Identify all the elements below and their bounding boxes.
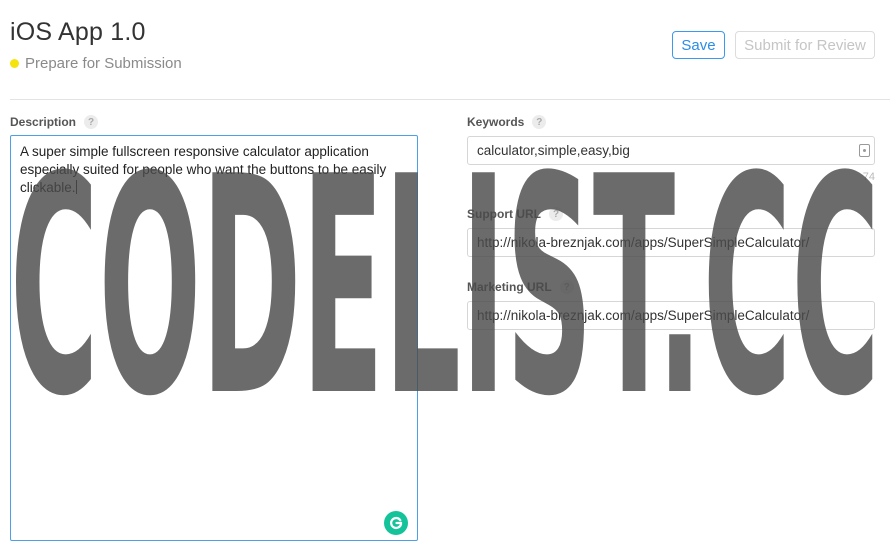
keywords-value: calculator,simple,easy,big [477, 143, 630, 158]
status-text: Prepare for Submission [25, 55, 182, 72]
marketing-url-help-icon[interactable]: ? [559, 280, 574, 294]
app-title: iOS App 1.0 [10, 18, 146, 46]
status-dot-icon [10, 59, 19, 68]
keywords-label: Keywords ? [467, 115, 547, 129]
description-label: Description ? [10, 115, 99, 129]
description-label-text: Description [10, 115, 77, 129]
description-help-icon[interactable]: ? [84, 115, 99, 129]
keyboard-icon [859, 144, 870, 157]
marketing-url-value: http://nikola-breznjak.com/apps/SuperSim… [477, 308, 810, 323]
marketing-url-label-text: Marketing URL [467, 280, 552, 294]
keywords-label-text: Keywords [467, 115, 525, 129]
support-url-value: http://nikola-breznjak.com/apps/SuperSim… [477, 235, 810, 250]
status-row: Prepare for Submission [10, 55, 182, 72]
description-textarea[interactable]: A super simple fullscreen responsive cal… [10, 135, 418, 541]
submit-for-review-button[interactable]: Submit for Review [735, 31, 875, 59]
marketing-url-input[interactable]: http://nikola-breznjak.com/apps/SuperSim… [467, 301, 875, 330]
marketing-url-label: Marketing URL ? [467, 280, 574, 294]
keywords-remaining-count: 74 [862, 171, 875, 183]
support-url-help-icon[interactable]: ? [549, 207, 563, 221]
support-url-input[interactable]: http://nikola-breznjak.com/apps/SuperSim… [467, 228, 875, 257]
text-caret [75, 180, 77, 194]
support-url-label: Support URL ? [467, 207, 563, 221]
keywords-input[interactable]: calculator,simple,easy,big [467, 136, 875, 165]
grammarly-icon[interactable] [384, 511, 408, 535]
support-url-label-text: Support URL [467, 207, 541, 221]
header-divider [10, 99, 890, 100]
save-button[interactable]: Save [672, 31, 725, 59]
keywords-help-icon[interactable]: ? [532, 115, 547, 129]
